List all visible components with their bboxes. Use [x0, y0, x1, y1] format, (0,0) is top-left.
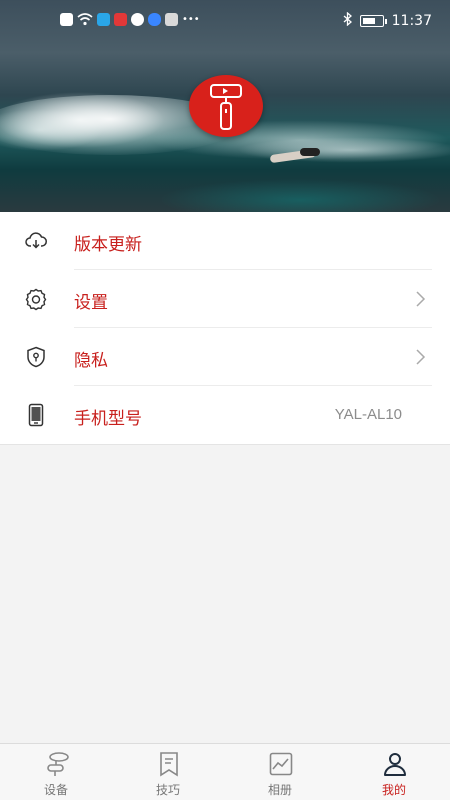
menu-item-label: 设置	[74, 293, 108, 313]
bluetooth-icon	[343, 11, 352, 30]
tab-mine[interactable]: 我的	[338, 744, 450, 800]
menu-item-version-update[interactable]: 版本更新	[0, 212, 450, 270]
gimbal-device-icon	[44, 751, 70, 777]
download-cloud-icon	[24, 229, 48, 253]
menu-item-label: 手机型号	[74, 409, 142, 429]
cloud-icon	[148, 13, 161, 26]
tab-label: 我的	[381, 783, 406, 797]
tab-label: 相册	[267, 783, 292, 797]
bottom-navigation: 设备 技巧 相册 我的	[0, 743, 450, 800]
chevron-right-icon	[412, 348, 428, 366]
person-icon	[382, 751, 408, 777]
tab-device[interactable]: 设备	[0, 744, 112, 800]
battery-icon	[359, 15, 387, 27]
surfer	[300, 148, 320, 156]
chevron-right-icon	[412, 290, 428, 308]
phone-icon	[24, 403, 48, 427]
tab-tips[interactable]: 技巧	[112, 744, 224, 800]
gallery-icon	[268, 751, 294, 777]
notification-icons: •••	[60, 13, 200, 30]
menu-item-settings[interactable]: 设置	[0, 270, 450, 328]
red-app-icon	[114, 13, 127, 26]
mail-icon	[165, 13, 178, 26]
tab-label: 设备	[43, 783, 68, 797]
bookmark-tips-icon	[156, 751, 182, 777]
sync-icon	[131, 13, 144, 26]
settings-menu: 版本更新 设置 隐私 手机型号 YAL-AL10	[0, 212, 450, 445]
alert-icon	[60, 13, 73, 26]
clock: 11:37	[391, 13, 432, 29]
menu-item-label: 隐私	[74, 351, 108, 371]
gear-icon	[24, 287, 48, 311]
shield-lock-icon	[24, 345, 48, 369]
tab-album[interactable]: 相册	[224, 744, 336, 800]
more-dots-icon: •••	[182, 14, 200, 25]
menu-item-privacy[interactable]: 隐私	[0, 328, 450, 386]
phone-model-value: YAL-AL10	[334, 406, 402, 423]
gimbal-logo-icon	[189, 75, 263, 137]
menu-item-phone-model: 手机型号 YAL-AL10	[0, 386, 450, 444]
header-banner: ••• 11:37	[0, 0, 450, 212]
search-app-icon	[97, 13, 110, 26]
menu-item-label: 版本更新	[74, 235, 142, 255]
tab-label: 技巧	[155, 783, 180, 797]
status-bar: ••• 11:37	[0, 0, 450, 40]
wifi-icon	[77, 13, 93, 30]
